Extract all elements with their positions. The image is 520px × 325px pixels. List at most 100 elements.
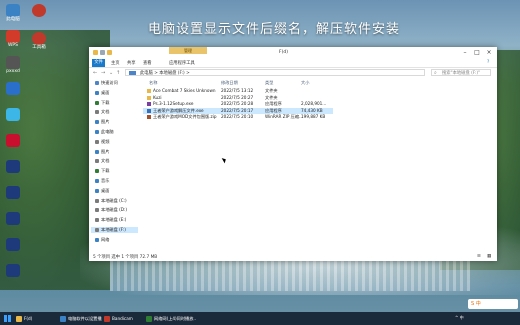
file-row[interactable]: Ps.3-1.12Setup.exe 2022/7/5 20:28 应用程序 2,02… bbox=[143, 101, 333, 107]
nav-item[interactable]: 文档 bbox=[95, 158, 109, 164]
search-placeholder: 搜索"本地磁盘 (F:)" bbox=[442, 71, 481, 76]
desktop-shortcut[interactable] bbox=[2, 238, 24, 252]
nav-item[interactable]: 下载 bbox=[95, 100, 109, 106]
column-header-date[interactable]: 修改日期 bbox=[221, 80, 238, 86]
nav-item[interactable]: 图片 bbox=[95, 119, 109, 125]
file-type-icon bbox=[147, 108, 151, 113]
desktop-shortcut[interactable]: pxxxd bbox=[2, 56, 24, 75]
navigation-bar: ← → ⌄ ↑ 此电脑 > 本地磁盘 (F:) > ⌕ 搜索"本地磁盘 (F:)… bbox=[89, 68, 497, 78]
nav-item[interactable]: 此电脑 bbox=[95, 129, 114, 135]
minimize-button[interactable]: – bbox=[459, 49, 471, 56]
desktop-shortcut[interactable] bbox=[28, 4, 50, 18]
file-size: 2,028,901... bbox=[301, 101, 326, 106]
address-bar[interactable]: 此电脑 > 本地磁盘 (F:) > bbox=[125, 69, 425, 76]
app-icon bbox=[32, 32, 46, 45]
file-row[interactable]: 王者荣户游戏解压文件.exe 2022/7/5 20:17 应用程序 74,430 K… bbox=[143, 107, 333, 114]
file-row[interactable]: Kuzi 2022/7/5 20:27 文件夹 bbox=[143, 95, 333, 101]
tab-view[interactable]: 查看 bbox=[143, 60, 152, 66]
nav-item-icon bbox=[95, 218, 99, 223]
back-arrow-icon[interactable]: ← bbox=[93, 70, 97, 76]
desktop-shortcut[interactable] bbox=[2, 82, 24, 96]
nav-item-icon bbox=[95, 90, 99, 95]
nav-item[interactable]: 本地磁盘 (C:) bbox=[95, 198, 127, 204]
large-icons-view-icon[interactable]: ▦ bbox=[487, 254, 491, 259]
column-header-name[interactable]: 名称 bbox=[149, 80, 157, 86]
input-method-badge[interactable]: S 中 bbox=[468, 299, 518, 309]
tab-app-tools[interactable]: 应用程序工具 bbox=[169, 60, 195, 66]
system-tray[interactable]: ^ 中 bbox=[455, 315, 464, 321]
recent-chevron-icon[interactable]: ⌄ bbox=[109, 70, 113, 76]
file-date: 2022/7/5 20:10 bbox=[221, 114, 253, 119]
file-date: 2022/7/5 20:17 bbox=[221, 108, 253, 113]
nav-item[interactable]: 桌面 bbox=[95, 188, 109, 194]
app-icon bbox=[6, 186, 20, 199]
nav-item[interactable]: 本地磁盘 (F:) bbox=[91, 227, 138, 233]
taskbar-app[interactable]: Bandicam bbox=[104, 313, 144, 324]
file-type: 应用程序 bbox=[265, 101, 282, 107]
nav-item[interactable]: 图片 bbox=[95, 149, 109, 155]
nav-item[interactable]: 网络 bbox=[95, 237, 109, 243]
file-date: 2022/7/5 13:12 bbox=[221, 88, 253, 93]
nav-item[interactable]: 视频 bbox=[95, 139, 109, 145]
file-type-text: 应用程序 bbox=[265, 101, 282, 106]
help-icon[interactable]: ? bbox=[487, 60, 489, 65]
app-icon bbox=[6, 160, 20, 173]
tab-home[interactable]: 主页 bbox=[111, 60, 120, 66]
nav-item[interactable]: 下载 bbox=[95, 168, 109, 174]
nav-item[interactable]: 本地磁盘 (D:) bbox=[95, 207, 127, 213]
nav-item[interactable]: 快速访问 bbox=[95, 80, 118, 86]
forward-arrow-icon[interactable]: → bbox=[101, 70, 105, 76]
search-input[interactable]: ⌕ 搜索"本地磁盘 (F:)" bbox=[431, 69, 491, 76]
desktop-shortcut[interactable] bbox=[2, 264, 24, 278]
tab-file[interactable]: 文件 bbox=[92, 59, 105, 67]
desktop-shortcut-label: pxxxd bbox=[6, 69, 20, 74]
nav-item-label: 下载 bbox=[101, 168, 110, 174]
taskbar-app[interactable]: 网络网(上4)同时播放... bbox=[146, 313, 196, 324]
nav-item-icon bbox=[95, 130, 99, 134]
details-view-icon[interactable]: ☰ bbox=[477, 254, 481, 259]
properties-icon[interactable] bbox=[100, 50, 105, 55]
file-row[interactable]: 王者荣户游戏MOD文件包围版.zip 2022/7/5 20:10 WinRAR Z… bbox=[143, 114, 333, 120]
nav-item-label: 桌面 bbox=[101, 89, 110, 95]
desktop-shortcut[interactable] bbox=[2, 160, 24, 174]
nav-item-label: 快速访问 bbox=[101, 80, 118, 85]
title-bar[interactable]: 管理 F(d) – □ × bbox=[89, 47, 497, 59]
nav-item-label: 网络 bbox=[101, 236, 110, 242]
nav-item-label: 本地磁盘 (C:) bbox=[101, 197, 127, 203]
desktop-shortcut[interactable] bbox=[2, 212, 24, 226]
close-button[interactable]: × bbox=[483, 49, 495, 56]
desktop-shortcut[interactable] bbox=[2, 186, 24, 200]
nav-item[interactable]: 本地磁盘 (E:) bbox=[95, 217, 126, 223]
maximize-button[interactable]: □ bbox=[471, 49, 483, 56]
up-arrow-icon[interactable]: ↑ bbox=[116, 70, 120, 76]
nav-item-label: 音乐 bbox=[101, 178, 110, 183]
video-caption: 电脑设置显示文件后缀名，解压软件安装 bbox=[148, 22, 401, 37]
start-button[interactable] bbox=[4, 315, 11, 322]
new-folder-icon[interactable] bbox=[107, 50, 112, 55]
desktop-shortcut[interactable] bbox=[2, 134, 24, 148]
nav-item-icon bbox=[95, 188, 99, 193]
desktop-shortcut[interactable]: WPS bbox=[2, 30, 24, 49]
desktop-shortcut[interactable]: 工具箱 bbox=[28, 32, 50, 51]
folder-icon[interactable] bbox=[93, 50, 98, 55]
file-row[interactable]: Ace Combat 7 Skies Unknown 2022/7/5 13:12… bbox=[143, 88, 333, 94]
desktop-shortcut[interactable] bbox=[2, 108, 24, 122]
nav-item[interactable]: 桌面 bbox=[95, 90, 109, 96]
status-text: 5 个项目 选中 1 个项目 72.7 MB bbox=[93, 255, 158, 260]
nav-item[interactable]: 文档 bbox=[95, 109, 109, 115]
desktop-shortcut[interactable]: 此电脑 bbox=[2, 4, 24, 23]
app-icon bbox=[6, 82, 20, 95]
app-icon bbox=[6, 30, 20, 43]
column-header-size[interactable]: 大小 bbox=[301, 80, 309, 86]
file-type: WinRAR ZIP 压缩... bbox=[265, 114, 303, 120]
nav-item-label: 本地磁盘 (E:) bbox=[101, 217, 127, 223]
taskbar-app[interactable]: 电脑软件以设置播放... bbox=[60, 313, 102, 324]
status-bar: 5 个项目 选中 1 个项目 72.7 MB ☰ ▦ bbox=[89, 252, 497, 261]
file-name-text: Kuzi bbox=[153, 94, 162, 100]
column-header-type[interactable]: 类型 bbox=[265, 80, 273, 86]
taskbar-app[interactable]: F(d) bbox=[16, 313, 58, 324]
context-tab-manage[interactable]: 管理 bbox=[169, 47, 207, 54]
nav-item-label: 图片 bbox=[101, 148, 110, 154]
nav-item[interactable]: 音乐 bbox=[95, 178, 109, 184]
tab-share[interactable]: 共享 bbox=[127, 60, 136, 66]
